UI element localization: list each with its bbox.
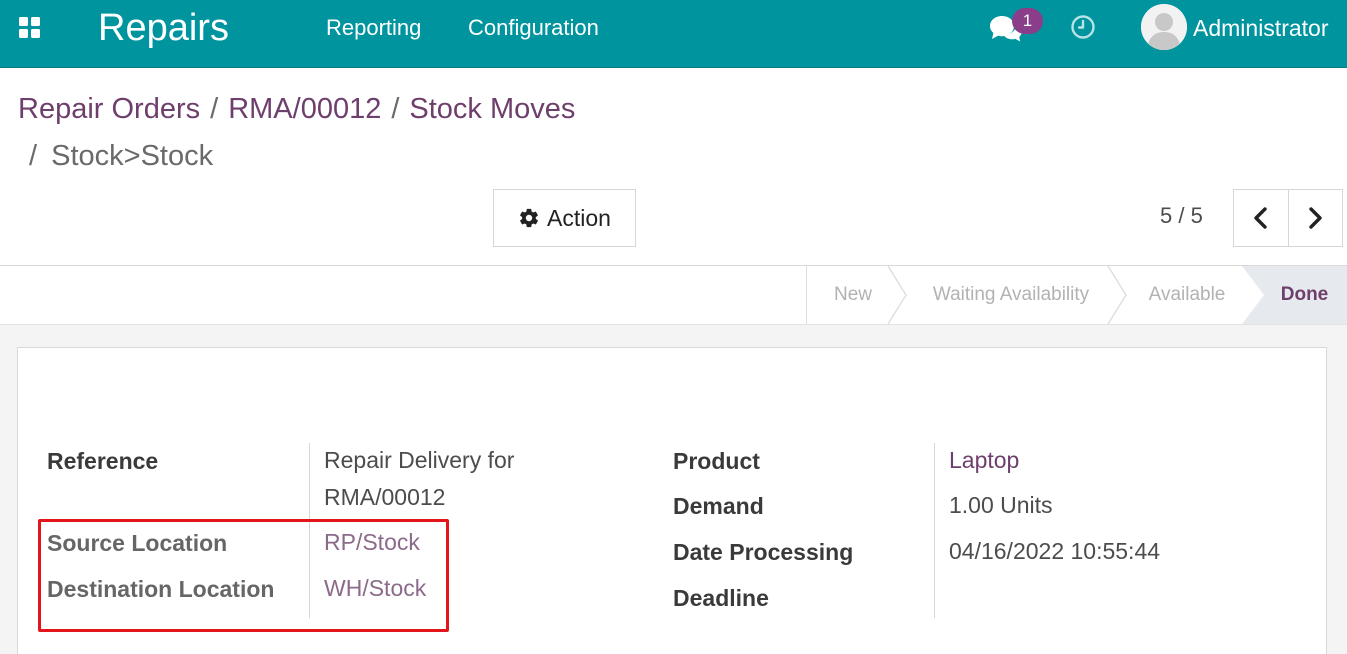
reference-value-line2: RMA/00012 [324,484,446,510]
gear-icon [520,208,538,228]
next-button[interactable] [1287,190,1343,246]
breadcrumb-rma[interactable]: RMA/00012 [228,93,381,125]
stage-separator [887,266,907,324]
breadcrumb-separator: / [29,140,38,172]
stage-waiting-availability[interactable]: Waiting Availability [908,266,1114,324]
app-title[interactable]: Repairs [98,6,229,50]
breadcrumb-current-label: Stock>Stock [51,140,214,172]
breadcrumb-separator: / [391,93,400,125]
previous-button[interactable] [1234,190,1288,246]
product-label: Product [673,448,760,474]
chevron-left-icon [1254,207,1267,229]
reference-value-line1: Repair Delivery for [324,447,515,473]
product-value[interactable]: Laptop [949,442,1019,479]
demand-label: Demand [673,493,764,519]
user-avatar[interactable] [1141,4,1187,50]
chevron-right-icon [1309,207,1322,229]
field-divider [934,443,935,618]
pager-value: 5 / 5 [1160,203,1203,228]
stage-done[interactable]: Done [1262,266,1347,324]
breadcrumb: Repair Orders / RMA/00012 / Stock Moves [18,90,575,128]
action-button[interactable]: Action [493,189,636,247]
date-processing-value: 04/16/2022 10:55:44 [949,538,1161,564]
breadcrumb-stock-moves[interactable]: Stock Moves [409,93,575,125]
breadcrumb-separator: / [210,93,219,125]
demand-value: 1.00 Units [949,492,1053,518]
status-bar: New Waiting Availability Available Done [0,265,1347,325]
menu-reporting[interactable]: Reporting [326,14,421,42]
pager-buttons [1233,189,1343,247]
deadline-label: Deadline [673,585,769,611]
reference-label: Reference [47,448,159,474]
menu-configuration[interactable]: Configuration [468,14,599,42]
user-name[interactable]: Administrator [1193,14,1328,42]
chat-badge: 1 [1012,8,1043,34]
top-navbar: Repairs Reporting Configuration 1 Admini… [0,0,1347,68]
apps-grid-icon[interactable] [19,17,41,39]
stage-available[interactable]: Available [1128,266,1246,324]
stage-separator [1107,266,1127,324]
breadcrumb-current: / Stock>Stock [29,137,213,175]
clock-icon[interactable] [1070,14,1096,40]
action-button-label: Action [547,204,611,231]
date-processing-label: Date Processing [673,539,854,565]
highlight-box [38,519,449,632]
breadcrumb-repair-orders[interactable]: Repair Orders [18,93,200,125]
